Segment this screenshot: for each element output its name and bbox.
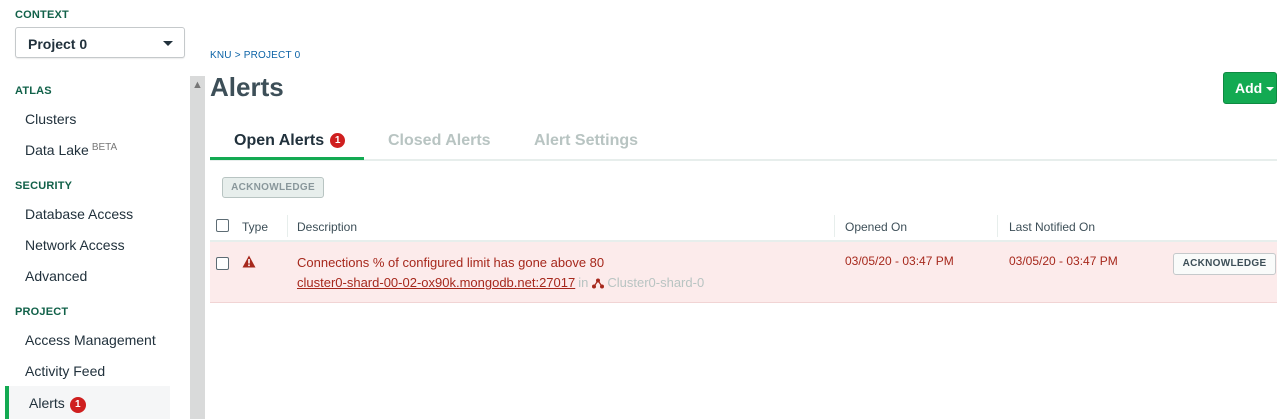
open-alerts-count-badge: 1 bbox=[330, 133, 346, 148]
active-tab-indicator bbox=[210, 157, 364, 160]
bulk-acknowledge-button[interactable]: ACKNOWLEDGE bbox=[222, 177, 324, 198]
header-description: Description bbox=[297, 220, 358, 234]
replica-set-icon bbox=[592, 277, 605, 292]
table-header: Type Description Opened On Last Notified… bbox=[210, 211, 1277, 242]
beta-badge: BETA bbox=[91, 142, 118, 153]
warning-icon bbox=[242, 255, 256, 273]
sidebar-item-data-lake[interactable]: Data Lake BETA bbox=[25, 142, 117, 158]
header-last-notified-on: Last Notified On bbox=[1009, 220, 1096, 234]
security-heading: SECURITY bbox=[15, 180, 73, 192]
tab-alert-settings[interactable]: Alert Settings bbox=[534, 132, 638, 150]
project-heading: PROJECT bbox=[15, 306, 69, 318]
sidebar-item-clusters[interactable]: Clusters bbox=[25, 111, 76, 127]
alerts-count-badge: 1 bbox=[69, 397, 86, 413]
last-notified-value: 03/05/20 - 03:47 PM bbox=[1009, 254, 1118, 268]
context-value: Project 0 bbox=[28, 36, 88, 52]
row-checkbox[interactable] bbox=[216, 257, 229, 270]
sidebar-item-activity-feed[interactable]: Activity Feed bbox=[25, 363, 105, 379]
header-opened-on: Opened On bbox=[845, 220, 908, 234]
sidebar-scrollbar[interactable]: ▲ bbox=[190, 76, 205, 419]
sidebar-item-label: Alerts 1 bbox=[29, 395, 86, 413]
sidebar-item-advanced[interactable]: Advanced bbox=[25, 268, 87, 284]
breadcrumb[interactable]: KNU > PROJECT 0 bbox=[210, 50, 300, 61]
alerts-label: Alerts bbox=[29, 395, 65, 411]
sidebar-item-database-access[interactable]: Database Access bbox=[25, 206, 133, 222]
context-select[interactable]: Project 0 bbox=[15, 27, 185, 58]
chevron-down-icon bbox=[163, 41, 173, 46]
cluster-name[interactable]: Cluster0-shard-0 bbox=[607, 275, 704, 290]
column-divider bbox=[287, 215, 288, 237]
host-link[interactable]: cluster0-shard-00-02-ox90k.mongodb.net:2… bbox=[297, 275, 575, 290]
alert-description: Connections % of configured limit has go… bbox=[297, 255, 605, 270]
in-label: in bbox=[578, 275, 589, 290]
scroll-up-arrow-icon[interactable]: ▲ bbox=[190, 78, 205, 92]
tab-closed-alerts[interactable]: Closed Alerts bbox=[388, 132, 491, 150]
opened-on-value: 03/05/20 - 03:47 PM bbox=[845, 254, 954, 268]
alert-location: cluster0-shard-00-02-ox90k.mongodb.net:2… bbox=[297, 275, 704, 292]
sidebar: CONTEXT Project 0 ATLAS Clusters Data La… bbox=[0, 0, 190, 419]
page-title: Alerts bbox=[210, 72, 284, 102]
sidebar-item-access-management[interactable]: Access Management bbox=[25, 332, 156, 348]
chevron-down-icon bbox=[1266, 87, 1275, 91]
add-button-label: Add bbox=[1235, 80, 1263, 96]
tab-label: Open Alerts bbox=[234, 132, 325, 149]
context-heading: CONTEXT bbox=[15, 9, 69, 21]
sidebar-item-label: Data Lake bbox=[25, 142, 89, 158]
table-row: Connections % of configured limit has go… bbox=[210, 242, 1277, 303]
tab-open-alerts[interactable]: Open Alerts 1 bbox=[234, 132, 346, 150]
column-divider bbox=[997, 215, 998, 237]
sidebar-item-alerts[interactable]: Alerts 1 bbox=[5, 386, 170, 419]
row-acknowledge-button[interactable]: ACKNOWLEDGE bbox=[1173, 253, 1276, 275]
select-all-checkbox[interactable] bbox=[216, 219, 229, 232]
column-divider bbox=[834, 215, 835, 237]
header-type: Type bbox=[242, 220, 269, 234]
alert-tabs: Open Alerts 1 Closed Alerts Alert Setting… bbox=[210, 121, 1277, 161]
sidebar-item-network-access[interactable]: Network Access bbox=[25, 237, 125, 253]
atlas-heading: ATLAS bbox=[15, 85, 52, 97]
add-button[interactable]: Add bbox=[1223, 72, 1277, 104]
app-root: CONTEXT Project 0 ATLAS Clusters Data La… bbox=[0, 0, 1277, 419]
